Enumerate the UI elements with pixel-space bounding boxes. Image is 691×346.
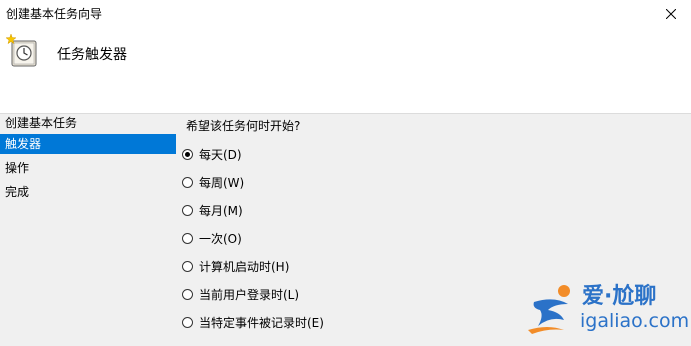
option-label: 计算机启动时(H) — [199, 259, 290, 274]
option-label: 当前用户登录时(L) — [199, 287, 300, 302]
trigger-question: 希望该任务何时开始? — [186, 119, 301, 133]
sidebar-item-trigger[interactable]: 触发器 — [0, 134, 176, 154]
title-bar: 创建基本任务向导 — [0, 0, 691, 28]
sidebar-item-create-task[interactable]: 创建基本任务 — [0, 113, 176, 133]
watermark: 爱·尬聊 igaliao.com — [522, 272, 690, 342]
option-weekly[interactable]: 每周(W) — [182, 172, 244, 192]
wizard-header: 任务触发器 — [0, 28, 691, 114]
radio-button[interactable] — [182, 288, 193, 300]
page-title: 任务触发器 — [57, 47, 127, 63]
close-button[interactable] — [651, 0, 691, 28]
sidebar-item-finish[interactable]: 完成 — [0, 182, 176, 202]
option-label: 当特定事件被记录时(E) — [199, 315, 324, 330]
radio-button[interactable] — [182, 176, 193, 188]
sidebar-item-action[interactable]: 操作 — [0, 158, 176, 178]
radio-button[interactable] — [182, 316, 193, 328]
watermark-title: 爱·尬聊 — [582, 284, 657, 309]
radio-button[interactable] — [182, 148, 193, 160]
option-at-startup[interactable]: 计算机启动时(H) — [182, 256, 289, 276]
option-once[interactable]: 一次(O) — [182, 228, 242, 248]
watermark-logo-icon — [528, 285, 570, 334]
clock-task-icon — [5, 33, 37, 67]
watermark-url: igaliao.com — [580, 310, 690, 332]
option-label: 每天(D) — [199, 147, 242, 162]
option-label: 每月(M) — [199, 203, 243, 218]
option-daily[interactable]: 每天(D) — [182, 144, 242, 164]
window-title: 创建基本任务向导 — [6, 7, 103, 21]
option-label: 一次(O) — [199, 231, 242, 246]
option-at-logon[interactable]: 当前用户登录时(L) — [182, 284, 299, 304]
close-icon — [666, 9, 676, 19]
radio-button[interactable] — [182, 260, 193, 272]
option-on-event[interactable]: 当特定事件被记录时(E) — [182, 312, 324, 332]
radio-button[interactable] — [182, 232, 193, 244]
option-label: 每周(W) — [199, 175, 245, 190]
wizard-steps: 创建基本任务 触发器 操作 完成 — [0, 113, 176, 346]
radio-button[interactable] — [182, 204, 193, 216]
option-monthly[interactable]: 每月(M) — [182, 200, 243, 220]
